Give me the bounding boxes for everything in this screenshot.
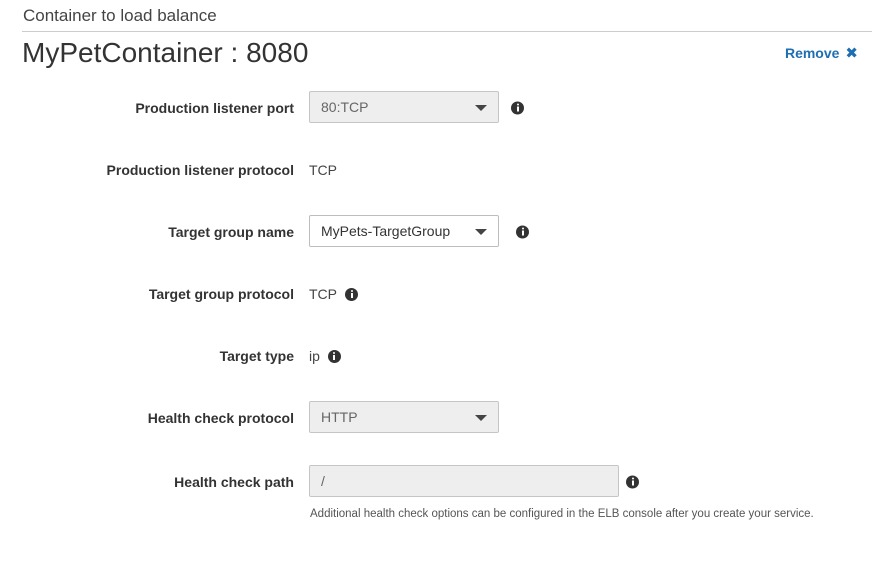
- health-check-protocol-label: Health check protocol: [147, 410, 294, 426]
- production-listener-port-label: Production listener port: [135, 100, 294, 116]
- close-icon: ✖: [845, 45, 858, 62]
- section-divider: [22, 31, 872, 32]
- health-check-path-input[interactable]: /: [309, 465, 619, 497]
- target-type-row: Target type ip: [0, 339, 877, 373]
- production-listener-protocol-row: Production listener protocol TCP: [0, 153, 877, 187]
- info-icon[interactable]: [626, 475, 639, 489]
- info-icon[interactable]: [327, 349, 341, 363]
- target-type-value-wrap: ip: [309, 348, 341, 364]
- container-title: MyPetContainer : 8080: [22, 37, 309, 68]
- health-check-protocol-row: Health check protocol HTTP: [0, 401, 877, 435]
- caret-down-icon: [475, 105, 487, 111]
- target-type-label: Target type: [219, 348, 294, 364]
- health-check-help-text: Additional health check options can be c…: [310, 508, 814, 520]
- target-group-name-label: Target group name: [168, 224, 294, 240]
- load-balancer-container-panel: Container to load balance MyPetContainer…: [0, 0, 877, 575]
- health-check-protocol-value: HTTP: [321, 409, 358, 425]
- production-listener-protocol-label: Production listener protocol: [106, 162, 294, 178]
- target-group-name-value: MyPets-TargetGroup: [321, 223, 451, 239]
- production-listener-protocol-value: TCP: [309, 162, 337, 178]
- target-type-value: ip: [309, 348, 320, 364]
- production-listener-port-row: Production listener port 80:TCP: [0, 91, 877, 125]
- target-group-protocol-value: TCP: [309, 286, 337, 302]
- production-listener-port-select[interactable]: 80:TCP: [309, 91, 499, 123]
- production-listener-protocol-value-wrap: TCP: [309, 162, 337, 178]
- target-group-protocol-value-wrap: TCP: [309, 286, 358, 302]
- caret-down-icon: [475, 415, 487, 421]
- target-group-protocol-label: Target group protocol: [148, 286, 294, 302]
- section-title: Container to load balance: [23, 6, 217, 25]
- target-group-name-select[interactable]: MyPets-TargetGroup: [309, 215, 499, 247]
- target-group-protocol-row: Target group protocol TCP: [0, 277, 877, 311]
- health-check-path-row: Health check path /: [0, 465, 877, 499]
- target-group-name-row: Target group name MyPets-TargetGroup: [0, 215, 877, 249]
- health-check-path-value: /: [321, 473, 325, 489]
- info-icon[interactable]: [511, 101, 524, 115]
- health-check-protocol-select[interactable]: HTTP: [309, 401, 499, 433]
- production-listener-port-value: 80:TCP: [321, 99, 369, 115]
- info-icon[interactable]: [516, 225, 529, 239]
- remove-label: Remove: [784, 45, 840, 61]
- health-check-path-label: Health check path: [174, 474, 294, 490]
- remove-button[interactable]: Remove ✖: [785, 44, 858, 62]
- info-icon[interactable]: [345, 287, 358, 301]
- caret-down-icon: [475, 229, 487, 235]
